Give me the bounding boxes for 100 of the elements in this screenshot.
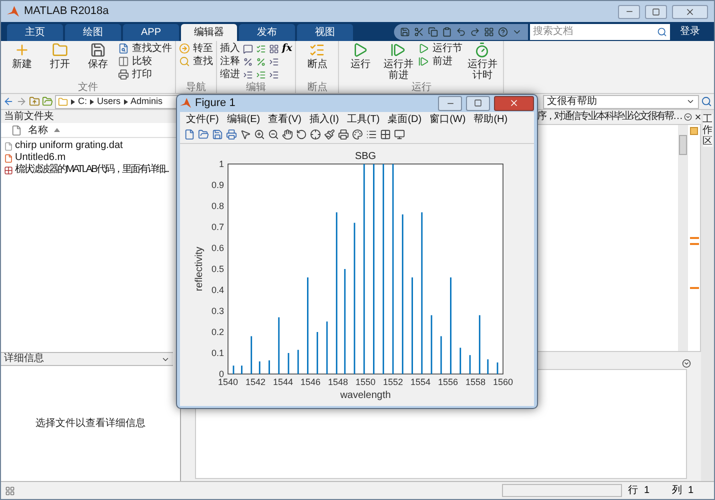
menu-item[interactable]: 桌面(D) bbox=[388, 112, 422, 126]
toolstrip-button[interactable]: 查找文件 bbox=[118, 42, 172, 55]
edit-tool-icon[interactable] bbox=[256, 56, 266, 66]
help-icon[interactable] bbox=[498, 26, 508, 36]
ribbon-tab[interactable]: 视图 bbox=[297, 24, 353, 41]
column-header[interactable]: 名称 bbox=[28, 122, 48, 138]
edit-tool-icon[interactable] bbox=[243, 70, 253, 80]
edit-tool-icon[interactable] bbox=[243, 44, 253, 54]
toolstrip-button[interactable]: 保存 bbox=[80, 42, 116, 70]
toolstrip-button[interactable]: 打印 bbox=[118, 68, 172, 81]
window-title: MATLAB R2018a bbox=[24, 4, 110, 20]
menu-item[interactable]: 文件(F) bbox=[186, 112, 219, 126]
open-folder-icon[interactable] bbox=[198, 129, 209, 140]
ribbon-tab[interactable]: APP bbox=[123, 24, 179, 41]
editor-tab[interactable]: 序，对通信专业本科毕业论文很有帮… bbox=[537, 111, 682, 123]
forward-icon[interactable] bbox=[16, 96, 27, 107]
options-icon[interactable] bbox=[684, 113, 692, 121]
colorbar-icon[interactable] bbox=[352, 129, 363, 140]
layout-icon[interactable] bbox=[484, 26, 494, 36]
new-file-icon[interactable] bbox=[184, 129, 195, 140]
x-tick-label: 1560 bbox=[492, 376, 514, 386]
hand-icon[interactable] bbox=[282, 129, 293, 140]
printer-icon[interactable] bbox=[226, 129, 237, 140]
function-symbol[interactable]: fx bbox=[282, 42, 292, 55]
file-search-icon bbox=[118, 43, 129, 54]
path-segment[interactable]: Adminis bbox=[130, 96, 163, 108]
paste-icon[interactable] bbox=[442, 26, 452, 36]
search-icon[interactable] bbox=[701, 96, 712, 107]
close-icon[interactable] bbox=[694, 113, 702, 121]
toolstrip-button[interactable]: 打开 bbox=[42, 42, 78, 70]
folder-up-icon[interactable] bbox=[29, 96, 40, 107]
sort-ascending-icon bbox=[54, 128, 60, 132]
toolstrip-button[interactable]: 运行并计时 bbox=[464, 42, 500, 81]
search-field[interactable]: 搜索文档 bbox=[530, 24, 670, 40]
close-button[interactable] bbox=[672, 4, 708, 18]
window-icon[interactable] bbox=[394, 129, 405, 140]
zoom-out-icon[interactable] bbox=[268, 129, 279, 140]
toolstrip-button[interactable]: 运行并前进 bbox=[380, 42, 416, 81]
edit-tool-icon[interactable] bbox=[243, 56, 253, 66]
menu-item[interactable]: 帮助(H) bbox=[474, 112, 508, 126]
toolstrip-button[interactable]: 比较 bbox=[118, 55, 172, 68]
edit-tool-icon[interactable] bbox=[269, 56, 279, 66]
toolstrip-button[interactable]: 断点 bbox=[299, 42, 336, 70]
toolstrip-button[interactable]: 缩进 bbox=[220, 68, 240, 81]
rotate-icon[interactable] bbox=[296, 129, 307, 140]
file-name[interactable]: 梳状滤波器的MATLAB代码，里面有详细... bbox=[15, 164, 168, 176]
undo-icon[interactable] bbox=[456, 26, 466, 36]
ribbon-tab[interactable]: 编辑器 bbox=[181, 24, 237, 41]
toolstrip-button[interactable]: 运行节 bbox=[418, 42, 462, 55]
toolstrip-button[interactable]: 插入 bbox=[220, 42, 240, 55]
toolstrip-button[interactable]: 运行 bbox=[342, 42, 378, 70]
copy-icon[interactable] bbox=[428, 26, 438, 36]
browse-folder-icon[interactable] bbox=[42, 96, 53, 107]
close-button[interactable] bbox=[494, 96, 534, 111]
redo-icon[interactable] bbox=[470, 26, 480, 36]
restore-button[interactable] bbox=[645, 4, 667, 18]
menu-item[interactable]: 编辑(E) bbox=[226, 112, 260, 126]
menu-item[interactable]: 插入(I) bbox=[309, 112, 339, 126]
toolstrip-button[interactable]: 转至 bbox=[179, 42, 213, 55]
search-icon[interactable] bbox=[657, 26, 667, 36]
file-name[interactable]: Untitled6.m bbox=[15, 152, 66, 164]
printer-icon bbox=[118, 69, 129, 80]
help-combo-field[interactable]: 文很有帮助 bbox=[543, 94, 699, 108]
crosshair-icon[interactable] bbox=[310, 129, 321, 140]
legend-icon[interactable] bbox=[366, 129, 377, 140]
zoom-in-icon[interactable] bbox=[254, 129, 265, 140]
ribbon-tab[interactable]: 主页 bbox=[7, 24, 63, 41]
path-segment[interactable]: C: bbox=[78, 96, 87, 108]
ribbon-tab[interactable]: 发布 bbox=[239, 24, 295, 41]
maximize-button[interactable] bbox=[466, 96, 490, 111]
path-segment[interactable]: Users bbox=[97, 96, 121, 108]
file-name[interactable]: chirp uniform grating.dat bbox=[15, 140, 123, 152]
menu-item[interactable]: 工具(T) bbox=[346, 112, 380, 126]
cut-icon[interactable] bbox=[414, 26, 424, 36]
edit-tool-icon[interactable] bbox=[256, 70, 266, 80]
address-field[interactable]: C: Users Adminis bbox=[55, 94, 179, 108]
menu-item[interactable]: 窗口(W) bbox=[430, 112, 466, 126]
toolstrip-button[interactable]: 查找 bbox=[179, 55, 213, 68]
edit-tool-icon[interactable] bbox=[269, 70, 279, 80]
pointer-icon[interactable] bbox=[240, 129, 251, 140]
ribbon-tab[interactable]: 绘图 bbox=[65, 24, 121, 41]
options-icon[interactable] bbox=[682, 358, 691, 368]
minimize-button[interactable] bbox=[438, 96, 462, 111]
step-play-icon bbox=[390, 42, 406, 58]
toolstrip-button[interactable]: 注释 bbox=[220, 55, 240, 68]
edit-tool-icon[interactable] bbox=[269, 44, 279, 54]
print-preview-icon[interactable] bbox=[338, 129, 349, 140]
grid-icon[interactable] bbox=[380, 129, 391, 140]
caret-icon[interactable] bbox=[686, 97, 695, 106]
details-dropdown[interactable]: 详细信息 bbox=[1, 352, 173, 366]
search-input[interactable]: 搜索文档 bbox=[533, 24, 657, 39]
sign-in-button[interactable]: 登录 bbox=[672, 24, 708, 39]
workspace-tab[interactable]: 工作区 bbox=[702, 114, 712, 147]
menu-item[interactable]: 查看(V) bbox=[268, 112, 302, 126]
y-tick-label: 0 bbox=[218, 368, 224, 378]
edit-tool-icon[interactable] bbox=[256, 44, 266, 54]
toolstrip-button[interactable]: 新建 bbox=[4, 42, 40, 70]
toolstrip-button[interactable]: 前进 bbox=[418, 55, 462, 68]
brush-icon[interactable] bbox=[324, 129, 335, 140]
back-icon[interactable] bbox=[3, 96, 14, 107]
